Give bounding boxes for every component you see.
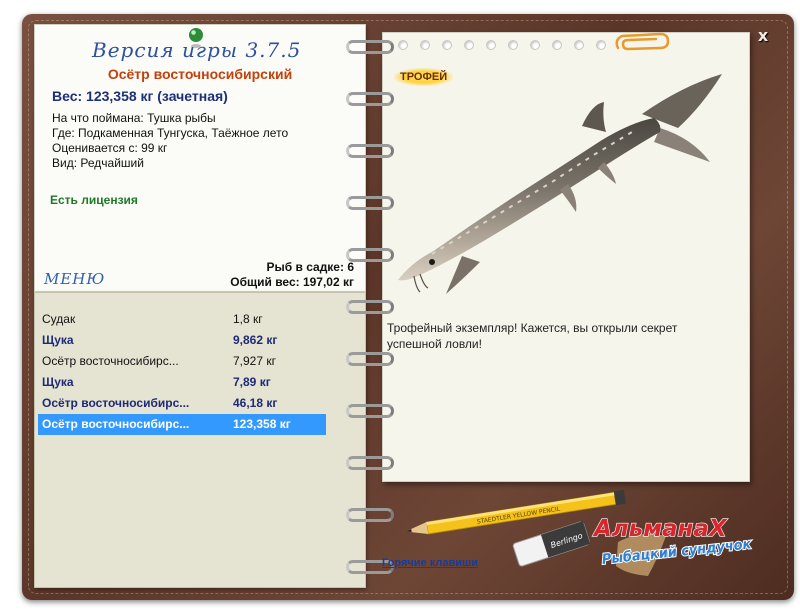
spiral-ring <box>346 92 394 106</box>
catch-list: Судак 1,8 кг Щука 9,862 кг Осётр восточносиб… <box>38 309 326 435</box>
hotkeys-link[interactable]: Горячие клавиши <box>382 557 478 569</box>
spiral-ring <box>346 144 394 158</box>
spiral-binding <box>346 30 396 590</box>
catch-row[interactable]: Осётр восточносибирс... 7,927 кг <box>38 351 326 372</box>
eraser-icon: Berlingo <box>512 521 591 567</box>
catch-fish-weight: 9,862 кг <box>233 333 278 347</box>
game-version: Версия игры 3.7.5 <box>92 38 302 62</box>
catch-row[interactable]: Щука 9,862 кг <box>38 330 326 351</box>
fish-weight: Вес: 123,358 кг (зачетная) <box>52 88 228 104</box>
catch-row[interactable]: Щука 7,89 кг <box>38 372 326 393</box>
menu-link[interactable]: МЕНЮ <box>44 270 105 288</box>
spiral-ring <box>346 508 394 522</box>
catch-fish-name: Судак <box>42 312 76 326</box>
sturgeon-illustration <box>398 74 722 294</box>
catch-row-selected[interactable]: Осётр восточносибирс... 123,358 кг <box>38 414 326 435</box>
fish-title: Осётр восточносибирский <box>107 66 293 82</box>
spiral-ring <box>346 300 394 314</box>
species-info: Вид: Редчайший <box>52 156 144 170</box>
catch-row[interactable]: Судак 1,8 кг <box>38 309 326 330</box>
spiral-ring <box>346 352 394 366</box>
catch-fish-weight: 1,8 кг <box>233 312 263 326</box>
spiral-ring <box>346 196 394 210</box>
spiral-ring <box>346 40 394 54</box>
rating-info: Оценивается с: 99 кг <box>52 141 168 155</box>
catch-fish-name: Щука <box>42 333 74 347</box>
spiral-ring <box>346 404 394 418</box>
catch-row[interactable]: Осётр восточносибирс... 46,18 кг <box>38 393 326 414</box>
keepnet-count: Рыб в садке: 6 <box>266 260 354 274</box>
catch-fish-name: Осётр восточносибирс... <box>42 417 190 431</box>
catch-fish-name: Осётр восточносибирс... <box>42 396 190 410</box>
spiral-ring <box>346 456 394 470</box>
bait-info: На что поймана: Тушка рыбы <box>52 111 216 125</box>
catch-fish-weight: 123,358 кг <box>233 417 291 431</box>
trophy-description: Трофейный экземпляр! Кажется, вы открыли… <box>387 321 678 351</box>
catch-fish-weight: 46,18 кг <box>233 396 278 410</box>
close-button[interactable]: x <box>752 26 774 46</box>
keepnet-total-weight: Общий вес: 197,02 кг <box>230 275 354 289</box>
catch-fish-weight: 7,89 кг <box>233 375 271 389</box>
location-info: Где: Подкаменная Тунгуска, Таёжное лето <box>52 126 289 140</box>
catch-fish-name: Осётр восточносибирс... <box>42 354 179 368</box>
logo-title: АльманаХ <box>592 516 728 542</box>
catch-fish-weight: 7,927 кг <box>233 354 276 368</box>
license-status: Есть лицензия <box>50 193 138 207</box>
catch-fish-name: Щука <box>42 375 74 389</box>
paperclip-icon <box>615 32 670 51</box>
punch-holes <box>392 40 622 54</box>
almanac-logo: АльманаХ Рыбацкий сундучок <box>591 515 753 576</box>
